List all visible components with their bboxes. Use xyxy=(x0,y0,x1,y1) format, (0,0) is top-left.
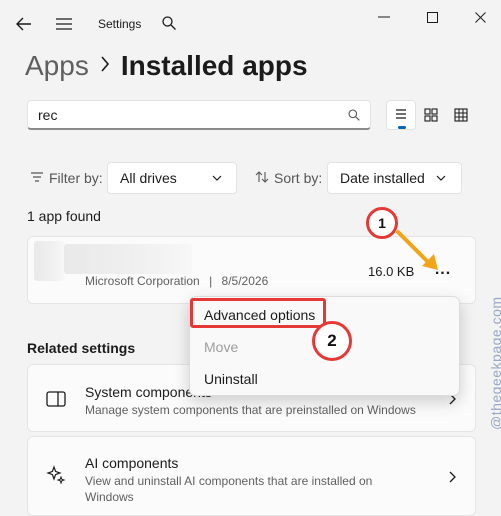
menu-item-uninstall[interactable]: Uninstall xyxy=(204,371,258,387)
filter-dropdown[interactable]: All drives xyxy=(107,162,237,194)
breadcrumb-apps-link[interactable]: Apps xyxy=(25,50,89,82)
card-description: Manage system components that are preins… xyxy=(85,403,416,417)
search-icon[interactable] xyxy=(158,12,180,34)
maximize-icon[interactable] xyxy=(416,6,448,28)
filter-value: All drives xyxy=(120,170,177,186)
window-title: Settings xyxy=(98,17,142,31)
app-install-date: 8/5/2026 xyxy=(221,274,269,288)
active-indicator xyxy=(398,126,406,129)
filter-label: Filter by: xyxy=(49,170,103,186)
back-arrow-icon[interactable] xyxy=(10,10,38,38)
tile-view-icon xyxy=(424,108,438,122)
sort-label: Sort by: xyxy=(274,170,323,186)
minimize-icon[interactable] xyxy=(368,6,400,28)
annotation-arrow xyxy=(396,230,438,270)
breadcrumb-chevron-icon xyxy=(95,55,115,77)
app-publisher: Microsoft Corporation xyxy=(85,274,200,288)
related-settings-heading: Related settings xyxy=(27,340,136,356)
sparkle-icon xyxy=(46,465,66,485)
step-2-badge: 2 xyxy=(312,321,352,361)
result-count: 1 app found xyxy=(27,208,101,224)
menu-item-move: Move xyxy=(204,339,239,355)
system-components-icon xyxy=(46,391,66,407)
highlight-box xyxy=(190,298,326,328)
app-name-redacted xyxy=(64,244,192,274)
close-icon[interactable] xyxy=(464,6,496,28)
meta-separator: | xyxy=(209,274,213,288)
grid-view-button[interactable] xyxy=(446,100,476,130)
page-title: Installed apps xyxy=(120,50,308,81)
watermark: @thegeekpage.com xyxy=(488,296,501,430)
card-title: AI components xyxy=(85,455,179,471)
search-box xyxy=(27,100,371,130)
ai-components-card[interactable]: AI components View and uninstall AI comp… xyxy=(27,436,476,516)
hamburger-menu-icon[interactable] xyxy=(50,10,78,38)
search-input[interactable] xyxy=(38,107,338,123)
list-view-button[interactable] xyxy=(386,100,416,130)
app-meta: Microsoft Corporation | 8/5/2026 xyxy=(85,274,268,288)
title-bar: Settings xyxy=(0,0,501,48)
step-1-badge: 1 xyxy=(366,207,398,239)
card-description: View and uninstall AI components that ar… xyxy=(85,474,373,504)
breadcrumb: Apps Installed apps xyxy=(25,48,308,84)
chevron-down-icon xyxy=(436,175,446,181)
sort-value: Date installed xyxy=(340,170,425,186)
list-view-icon xyxy=(394,108,408,122)
sort-icon xyxy=(255,170,269,184)
tile-view-button[interactable] xyxy=(416,100,446,130)
chevron-down-icon xyxy=(212,175,222,181)
search-icon[interactable] xyxy=(346,107,362,123)
filter-icon xyxy=(30,171,44,183)
grid-view-icon xyxy=(454,108,468,122)
sort-dropdown[interactable]: Date installed xyxy=(327,162,462,194)
chevron-right-icon xyxy=(449,471,456,483)
app-icon-redacted xyxy=(34,241,64,281)
